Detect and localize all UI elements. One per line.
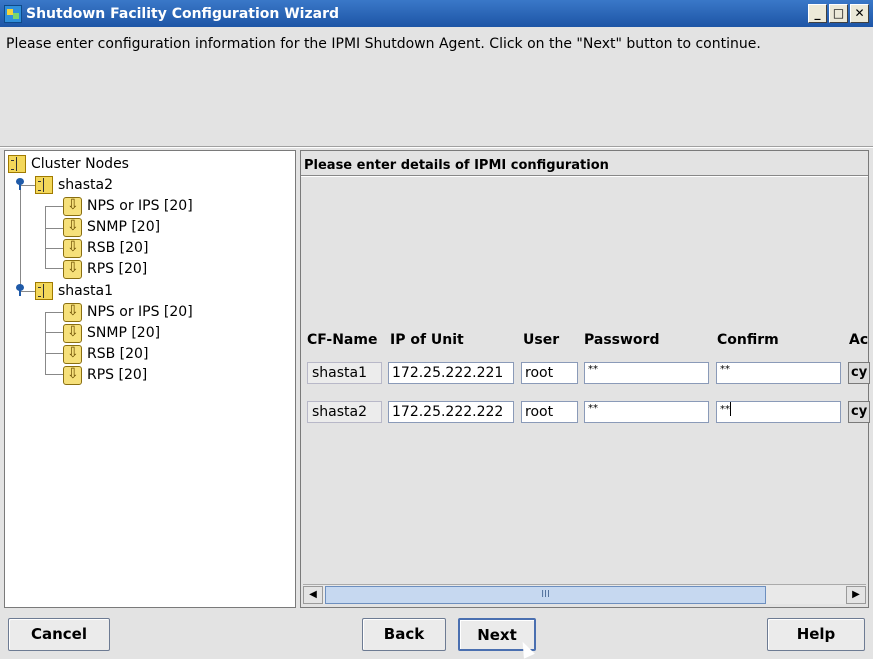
tree-agent-item[interactable]: NPS or IPS [20] xyxy=(63,196,193,216)
agent-icon xyxy=(63,196,82,216)
node-icon xyxy=(35,282,53,300)
minimize-button[interactable]: _ xyxy=(808,4,827,23)
tree-connector xyxy=(45,268,65,269)
scroll-thumb[interactable]: III xyxy=(325,586,766,604)
agent-icon xyxy=(63,365,82,385)
column-header-action: Ac xyxy=(849,332,869,348)
title-bar: Shutdown Facility Configuration Wizard _… xyxy=(0,0,873,27)
expand-toggle-icon[interactable] xyxy=(15,178,25,190)
text-caret xyxy=(730,402,731,416)
tree-agent-label: RSB [20] xyxy=(87,346,149,362)
confirm-password-value: ** xyxy=(720,404,730,415)
scroll-left-icon[interactable]: ◀ xyxy=(303,586,323,604)
tree-root-label: Cluster Nodes xyxy=(31,156,129,172)
column-header-cf-name: CF-Name xyxy=(307,332,378,348)
ip-input[interactable]: 172.25.222.222 xyxy=(388,401,514,423)
expand-toggle-icon[interactable] xyxy=(15,284,25,296)
agent-icon xyxy=(63,344,82,364)
agent-icon xyxy=(63,217,82,237)
tree-agent-label: NPS or IPS [20] xyxy=(87,304,193,320)
window-title: Shutdown Facility Configuration Wizard xyxy=(26,5,339,22)
agent-icon xyxy=(63,323,82,343)
tree-agent-label: RSB [20] xyxy=(87,240,149,256)
tree-node-shasta2[interactable]: shasta2 xyxy=(35,175,113,195)
divider xyxy=(0,146,873,148)
tree-agent-item[interactable]: RPS [20] xyxy=(63,365,147,385)
column-header-confirm: Confirm xyxy=(717,332,779,348)
agent-icon xyxy=(63,259,82,279)
cf-name-cell: shasta1 xyxy=(307,362,382,384)
column-header-ip: IP of Unit xyxy=(390,332,464,348)
tree-connector xyxy=(20,185,21,295)
close-button[interactable]: ✕ xyxy=(850,4,869,23)
tree-agent-item[interactable]: SNMP [20] xyxy=(63,323,160,343)
tree-root[interactable]: Cluster Nodes xyxy=(8,154,129,174)
tree-node-label: shasta2 xyxy=(58,177,114,193)
back-button[interactable]: Back xyxy=(362,618,446,651)
tree-agent-item[interactable]: SNMP [20] xyxy=(63,217,160,237)
tree-connector xyxy=(45,312,65,313)
tree-connector xyxy=(45,206,65,207)
user-input[interactable]: root xyxy=(521,362,578,384)
tree-connector xyxy=(45,312,46,374)
node-icon xyxy=(35,176,53,194)
tree-connector xyxy=(45,248,65,249)
tree-connector xyxy=(45,374,65,375)
password-input[interactable]: ** xyxy=(584,362,709,384)
app-icon xyxy=(4,4,22,23)
tree-connector xyxy=(45,228,65,229)
confirm-password-input[interactable]: ** xyxy=(716,362,841,384)
cluster-icon xyxy=(8,155,26,173)
tree-agent-item[interactable]: RPS [20] xyxy=(63,259,147,279)
cluster-tree[interactable]: Cluster Nodes shasta2 NPS or IPS [20] SN… xyxy=(4,150,296,608)
tree-agent-item[interactable]: NPS or IPS [20] xyxy=(63,302,193,322)
maximize-button[interactable]: □ xyxy=(829,4,848,23)
help-button[interactable]: Help xyxy=(767,618,865,651)
cancel-button[interactable]: Cancel xyxy=(8,618,110,651)
tree-agent-item[interactable]: RSB [20] xyxy=(63,344,148,364)
tree-agent-label: SNMP [20] xyxy=(87,219,161,235)
horizontal-scrollbar[interactable]: ◀ III ▶ xyxy=(303,584,866,604)
action-select[interactable]: cy xyxy=(848,401,870,423)
tree-agent-label: RPS [20] xyxy=(87,367,148,383)
column-header-user: User xyxy=(523,332,560,348)
user-input[interactable]: root xyxy=(521,401,578,423)
action-select[interactable]: cy xyxy=(848,362,870,384)
tree-agent-label: SNMP [20] xyxy=(87,325,161,341)
tree-agent-item[interactable]: RSB [20] xyxy=(63,238,148,258)
tree-agent-label: RPS [20] xyxy=(87,261,148,277)
confirm-password-input[interactable]: ** xyxy=(716,401,841,423)
agent-icon xyxy=(63,302,82,322)
scroll-right-icon[interactable]: ▶ xyxy=(846,586,866,604)
tree-connector xyxy=(45,332,65,333)
instruction-text: Please enter configuration information f… xyxy=(6,36,761,52)
tree-agent-label: NPS or IPS [20] xyxy=(87,198,193,214)
tree-connector xyxy=(45,353,65,354)
ip-input[interactable]: 172.25.222.221 xyxy=(388,362,514,384)
heading-divider xyxy=(301,175,868,177)
ipmi-config-panel: Please enter details of IPMI configurati… xyxy=(300,150,870,608)
column-header-password: Password xyxy=(584,332,660,348)
cf-name-cell: shasta2 xyxy=(307,401,382,423)
password-input[interactable]: ** xyxy=(584,401,709,423)
tree-node-label: shasta1 xyxy=(58,283,114,299)
tree-connector xyxy=(45,206,46,268)
panel-heading: Please enter details of IPMI configurati… xyxy=(304,158,609,173)
agent-icon xyxy=(63,238,82,258)
tree-node-shasta1[interactable]: shasta1 xyxy=(35,281,113,301)
